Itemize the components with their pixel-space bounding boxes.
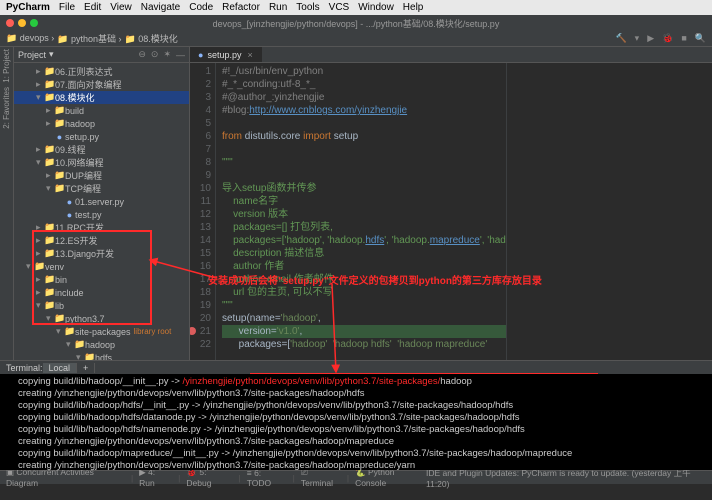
terminal-tab-add[interactable]: + [77, 363, 95, 373]
run-icon[interactable]: ▶ [647, 33, 654, 44]
editor-tabbar: ● setup.py × [190, 47, 712, 63]
terminal-label: Terminal: [6, 363, 43, 373]
status-tool-run[interactable]: ▶ 4: Run [139, 467, 172, 488]
tree-item-15[interactable]: ▾📁venv [14, 260, 189, 273]
menu-run[interactable]: Run [269, 2, 287, 13]
hide-icon[interactable]: — [176, 50, 185, 60]
project-tool-button[interactable]: 1: Project [2, 49, 11, 83]
tree-item-3[interactable]: ▸📁build [14, 104, 189, 117]
tree-item-7[interactable]: ▾📁10.网络编程 [14, 156, 189, 169]
left-tool-gutter: 1: Project 2: Favorites [0, 47, 14, 360]
tree-item-11[interactable]: ●test.py [14, 208, 189, 221]
menu-navigate[interactable]: Navigate [141, 2, 180, 13]
collapse-icon[interactable]: ⊖ [138, 49, 146, 60]
tree-item-14[interactable]: ▸📁13.Django开发 [14, 247, 189, 260]
tree-item-22[interactable]: ▾📁hdfs [14, 351, 189, 360]
tree-item-19[interactable]: ▾📁python3.7 [14, 312, 189, 325]
tree-item-0[interactable]: ▸📁06.正则表达式 [14, 65, 189, 78]
code-editor[interactable]: 12345678910111213141516171819202122 #!_/… [190, 63, 712, 360]
navigation-bar: 📁 devops › 📁 python基础 › 📁 08.模块化 🔨 ▾ ▶ 🐞… [0, 31, 712, 47]
close-window-icon[interactable] [6, 19, 14, 27]
debug-icon[interactable]: 🐞 [662, 33, 673, 44]
menu-window[interactable]: Window [358, 2, 394, 13]
tree-item-13[interactable]: ▸📁12.ES开发 [14, 234, 189, 247]
tree-item-20[interactable]: ▾📁site-packageslibrary root [14, 325, 189, 338]
status-bar: ▣ Concurrent Activities Diagram | ▶ 4: R… [0, 470, 712, 484]
menu-vcs[interactable]: VCS [329, 2, 350, 13]
menu-file[interactable]: File [59, 2, 75, 13]
menu-pycharm[interactable]: PyCharm [6, 2, 50, 13]
menu-help[interactable]: Help [403, 2, 424, 13]
project-panel: Project ▾ ⊖ ⊙ ✶ — ▸📁06.正则表达式▸📁07.面向对象编程▾… [14, 47, 190, 360]
window-titlebar: devops_[yinzhengjie/python/devops] - ...… [0, 15, 712, 31]
breadcrumb-1[interactable]: 📁 python基础 › [57, 32, 121, 45]
menu-tools[interactable]: Tools [296, 2, 319, 13]
minimize-window-icon[interactable] [18, 19, 26, 27]
tree-item-21[interactable]: ▾📁hadoop [14, 338, 189, 351]
project-panel-title: Project [18, 50, 46, 60]
project-tree[interactable]: ▸📁06.正则表达式▸📁07.面向对象编程▾📁08.模块化▸📁build▸📁ha… [14, 63, 189, 360]
status-tool-terminal[interactable]: ⎚ Terminal [301, 467, 341, 488]
tree-item-18[interactable]: ▾📁lib [14, 299, 189, 312]
locate-icon[interactable]: ⊙ [151, 49, 159, 60]
favorites-tool-button[interactable]: 2: Favorites [2, 87, 11, 129]
run-config-dropdown[interactable]: ▾ [635, 33, 640, 44]
settings-icon[interactable]: ✶ [163, 49, 171, 60]
status-tool-debug[interactable]: 🐞 5: Debug [186, 467, 232, 488]
menu-refactor[interactable]: Refactor [222, 2, 260, 13]
tree-item-9[interactable]: ▾📁TCP编程 [14, 182, 189, 195]
menu-view[interactable]: View [110, 2, 132, 13]
tree-item-2[interactable]: ▾📁08.模块化 [14, 91, 189, 104]
tree-item-12[interactable]: ▸📁11.RPC开发 [14, 221, 189, 234]
status-tool-todo[interactable]: ≡ 6: TODO [247, 468, 287, 488]
maximize-window-icon[interactable] [30, 19, 38, 27]
tab-label: setup.py [207, 50, 241, 60]
status-tool-0[interactable]: ▣ Concurrent Activities Diagram [6, 467, 125, 488]
tree-item-17[interactable]: ▸📁include [14, 286, 189, 299]
terminal-tab-local[interactable]: Local [43, 363, 78, 373]
search-icon[interactable]: 🔍 [695, 33, 706, 44]
tree-item-4[interactable]: ▸📁hadoop [14, 117, 189, 130]
error-stripe[interactable] [506, 63, 514, 360]
editor-area: ● setup.py × 123456789101112131415161718… [190, 47, 712, 360]
tree-item-5[interactable]: ●setup.py [14, 130, 189, 143]
code-content[interactable]: #!_/usr/bin/env_python#_*_conding:utf-8_… [216, 63, 506, 360]
tree-item-6[interactable]: ▸📁09.线程 [14, 143, 189, 156]
terminal-toolbar: Terminal: Local + [0, 360, 712, 374]
project-panel-header: Project ▾ ⊖ ⊙ ✶ — [14, 47, 189, 63]
close-tab-icon[interactable]: × [247, 50, 252, 60]
traffic-lights[interactable] [6, 19, 38, 27]
window-title: devops_[yinzhengjie/python/devops] - ...… [213, 17, 500, 30]
mac-menubar: PyCharm File Edit View Navigate Code Refactor R… [0, 0, 712, 15]
terminal-output[interactable]: copying build/lib/hadoop/__init__.py -> … [0, 374, 712, 470]
stop-icon[interactable]: ■ [681, 33, 686, 44]
tree-item-16[interactable]: ▸📁bin [14, 273, 189, 286]
line-gutter[interactable]: 12345678910111213141516171819202122 [190, 63, 216, 360]
build-icon[interactable]: 🔨 [615, 33, 626, 44]
breadcrumb-root[interactable]: 📁 devops › [6, 33, 54, 44]
tree-item-1[interactable]: ▸📁07.面向对象编程 [14, 78, 189, 91]
menu-code[interactable]: Code [189, 2, 213, 13]
tree-item-10[interactable]: ●01.server.py [14, 195, 189, 208]
breadcrumb-2[interactable]: 📁 08.模块化 [125, 32, 178, 45]
editor-tab-setup[interactable]: ● setup.py × [190, 47, 262, 62]
menu-edit[interactable]: Edit [84, 2, 101, 13]
status-tool-pyconsole[interactable]: 🐍 Python Console [355, 467, 426, 488]
tree-item-8[interactable]: ▸📁DUP编程 [14, 169, 189, 182]
